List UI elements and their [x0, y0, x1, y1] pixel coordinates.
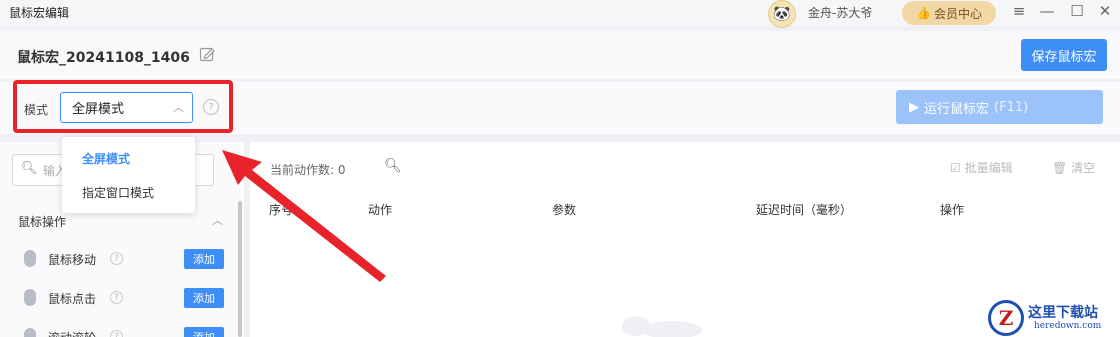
- watermark-text: 这里下载站: [1028, 305, 1098, 321]
- annotation-arrow: [222, 150, 386, 282]
- watermark-logo-icon: Z: [988, 300, 1024, 336]
- watermark-logo: Z 这里下载站 heredown.com: [988, 300, 1120, 337]
- watermark-url: heredown.com: [1034, 321, 1102, 331]
